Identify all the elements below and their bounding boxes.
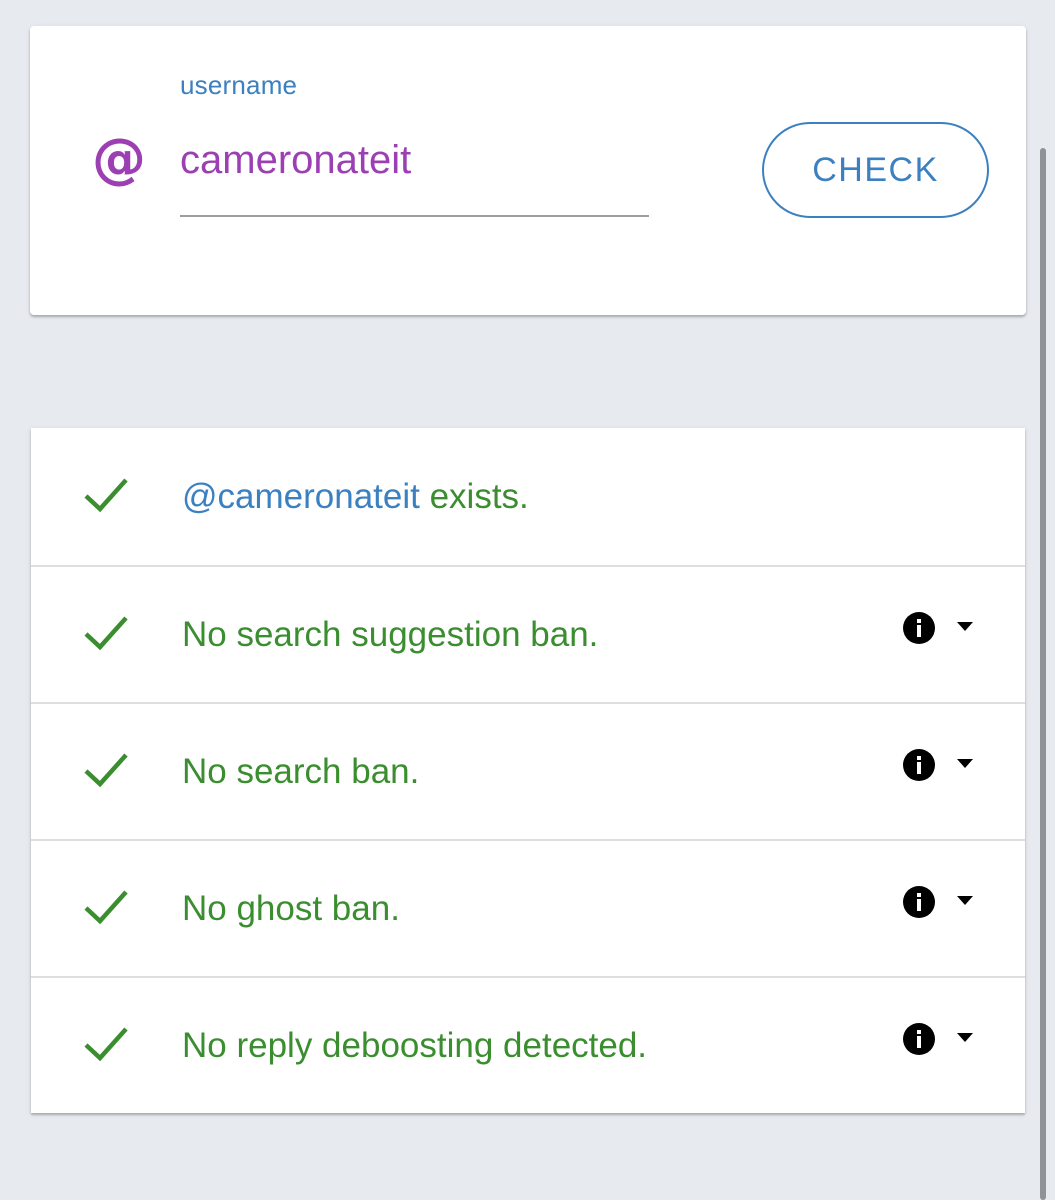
result-status: exists. — [429, 476, 529, 516]
username-field-underline — [180, 215, 649, 217]
result-text: No ghost ban. — [182, 888, 400, 928]
result-handle: @cameronateit — [182, 476, 420, 516]
scrollbar-thumb[interactable] — [1040, 148, 1046, 1200]
result-row-search-suggestion-ban: No search suggestion ban. — [31, 565, 1025, 702]
at-sign-icon: @ — [92, 127, 146, 190]
result-row-reply-deboosting: No reply deboosting detected. — [31, 976, 1025, 1113]
result-text: No search ban. — [182, 751, 420, 791]
info-icon[interactable] — [902, 611, 936, 645]
chevron-down-icon[interactable] — [957, 622, 973, 632]
result-text: @cameronateit exists. — [182, 477, 529, 517]
username-field-label: username — [180, 70, 298, 100]
check-icon — [84, 477, 128, 512]
check-icon — [84, 752, 128, 787]
chevron-down-icon[interactable] — [957, 1033, 973, 1043]
info-icon[interactable] — [902, 885, 936, 919]
result-row-account-exists: @cameronateit exists. — [31, 428, 1025, 565]
results-list: @cameronateit exists. No search suggesti… — [31, 428, 1025, 1113]
info-icon[interactable] — [902, 748, 936, 782]
check-icon — [84, 1026, 128, 1061]
check-button[interactable]: CHECK — [762, 122, 989, 218]
result-row-search-ban: No search ban. — [31, 702, 1025, 839]
info-icon[interactable] — [902, 1022, 936, 1056]
chevron-down-icon[interactable] — [957, 759, 973, 769]
username-input[interactable] — [180, 132, 648, 188]
check-icon — [84, 615, 128, 650]
result-text: No reply deboosting detected. — [182, 1025, 648, 1065]
result-row-ghost-ban: No ghost ban. — [31, 839, 1025, 976]
username-search-card: @ username CHECK — [30, 26, 1026, 315]
result-text: No search suggestion ban. — [182, 614, 599, 654]
chevron-down-icon[interactable] — [957, 896, 973, 906]
check-icon — [84, 889, 128, 924]
